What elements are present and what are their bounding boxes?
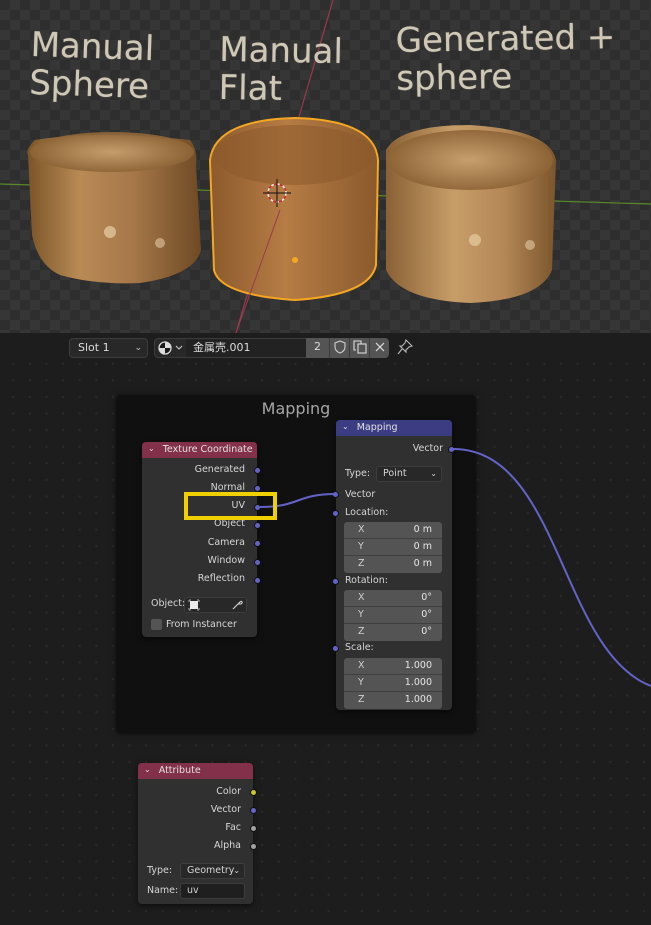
cup-right	[386, 125, 556, 303]
output-vector: Vector	[210, 804, 241, 815]
link-mapping-vector-out	[452, 448, 651, 687]
output-camera: Camera	[207, 537, 245, 548]
socket-alpha[interactable]	[250, 843, 257, 850]
location-vector: X0 m Y0 m Z0 m	[344, 522, 442, 573]
rotation-label: Rotation:	[345, 575, 388, 586]
duplicate-material-button[interactable]	[349, 338, 369, 358]
chevron-down-icon: ⌄	[233, 866, 240, 875]
output-color: Color	[216, 786, 241, 797]
close-icon	[375, 342, 385, 352]
type-label: Type:	[147, 865, 173, 876]
location-z-field[interactable]: Z0 m	[344, 556, 442, 573]
node-title: Attribute	[158, 765, 201, 776]
slot-label: Slot 1	[78, 341, 110, 354]
rotation-vector: X 0° Y 0° Z 0°	[344, 590, 442, 641]
pin-icon	[397, 338, 414, 355]
texture-coordinate-node[interactable]: ⌄ Texture Coordinate Generated Normal UV…	[142, 442, 261, 637]
node-title: Texture Coordinate	[162, 444, 253, 455]
duplicate-icon	[353, 340, 367, 354]
node-header[interactable]: ⌄ Texture Coordinate	[142, 442, 257, 458]
chevron-down-icon: ⌄	[134, 343, 142, 353]
socket-generated[interactable]	[254, 467, 261, 474]
scale-x-field[interactable]: X 1.000	[344, 658, 442, 675]
collapse-chevron-icon[interactable]: ⌄	[148, 441, 155, 457]
object-label: Object:	[151, 598, 186, 609]
collapse-chevron-icon[interactable]: ⌄	[342, 419, 349, 435]
material-browse-button[interactable]	[154, 338, 187, 358]
node-header[interactable]: ⌄ Mapping	[336, 420, 452, 436]
output-generated: Generated	[194, 464, 245, 475]
unlink-material-button[interactable]	[369, 338, 389, 358]
viewport-label-manual-flat: Manual Flat	[218, 29, 344, 110]
node-editor-canvas[interactable]: Mapping ⌄ Texture Coordinate Generated N…	[0, 361, 651, 925]
node-editor-header: Slot 1 ⌄ 金属壳.001 2	[0, 333, 651, 361]
socket-scale[interactable]	[332, 645, 339, 652]
socket-window[interactable]	[254, 559, 261, 566]
eyedropper-icon[interactable]	[231, 599, 243, 611]
output-window: Window	[207, 555, 245, 566]
output-vector: Vector	[412, 443, 443, 454]
object-field[interactable]	[184, 597, 247, 613]
socket-vector-in[interactable]	[332, 491, 339, 498]
socket-rotation[interactable]	[332, 578, 339, 585]
viewport-label-generated-sphere: Generated + sphere	[395, 17, 616, 99]
socket-vector[interactable]	[250, 807, 257, 814]
socket-reflection[interactable]	[254, 577, 261, 584]
input-vector-label: Vector	[345, 489, 376, 500]
viewport-label-manual-sphere: Manual Sphere	[28, 24, 155, 108]
scale-z-field[interactable]: Z 1.000	[344, 692, 442, 709]
object-square-icon	[188, 599, 200, 611]
cup-middle-selected	[208, 116, 380, 333]
location-label: Location:	[345, 507, 389, 518]
3d-viewport[interactable]: Manual Sphere Manual Flat Generated + sp…	[0, 0, 651, 333]
uv-highlight-box	[184, 492, 277, 520]
name-label: Name:	[147, 885, 179, 896]
material-user-count[interactable]: 2	[306, 338, 329, 358]
fake-user-button[interactable]	[329, 338, 349, 358]
rotation-x-field[interactable]: X 0°	[344, 590, 442, 607]
scale-y-field[interactable]: Y 1.000	[344, 675, 442, 692]
location-y-field[interactable]: Y0 m	[344, 539, 442, 556]
collapse-chevron-icon[interactable]: ⌄	[144, 762, 151, 778]
cup-left	[27, 132, 201, 284]
chevron-down-icon	[175, 345, 183, 350]
frame-title: Mapping	[261, 399, 331, 418]
socket-location[interactable]	[332, 510, 339, 517]
material-name-field[interactable]: 金属壳.001	[186, 338, 306, 358]
socket-vector-out[interactable]	[448, 446, 455, 453]
pin-button[interactable]	[396, 338, 414, 358]
node-header[interactable]: ⌄ Attribute	[138, 763, 253, 779]
socket-normal[interactable]	[254, 485, 261, 492]
shield-icon	[334, 340, 346, 354]
slot-dropdown[interactable]: Slot 1 ⌄	[69, 338, 148, 358]
location-x-field[interactable]: X0 m	[344, 522, 442, 539]
rotation-y-field[interactable]: Y 0°	[344, 607, 442, 624]
scale-label: Scale:	[345, 642, 374, 653]
socket-fac[interactable]	[250, 825, 257, 832]
socket-color[interactable]	[250, 789, 257, 796]
output-alpha: Alpha	[213, 840, 241, 851]
socket-camera[interactable]	[254, 540, 261, 547]
chevron-down-icon: ⌄	[430, 469, 437, 478]
mapping-node[interactable]: ⌄ Mapping Vector Type: Point ⌄ Vector Lo…	[332, 420, 455, 710]
socket-object[interactable]	[254, 522, 261, 529]
attribute-node[interactable]: ⌄ Attribute Color Vector Fac Alpha Type:…	[138, 763, 257, 904]
material-sphere-icon	[158, 341, 183, 355]
rotation-z-field[interactable]: Z 0°	[344, 624, 442, 641]
scale-vector: X 1.000 Y 1.000 Z 1.000	[344, 658, 442, 709]
output-fac: Fac	[225, 822, 241, 833]
from-instancer-label: From Instancer	[166, 619, 237, 630]
output-reflection: Reflection	[197, 573, 245, 584]
attribute-name-input[interactable]: uv	[180, 883, 245, 899]
type-dropdown[interactable]: Point ⌄	[376, 466, 442, 482]
type-label: Type:	[345, 468, 371, 479]
from-instancer-checkbox[interactable]	[151, 619, 162, 630]
attribute-type-dropdown[interactable]: Geometry ⌄	[180, 863, 245, 879]
node-title: Mapping	[356, 422, 398, 433]
